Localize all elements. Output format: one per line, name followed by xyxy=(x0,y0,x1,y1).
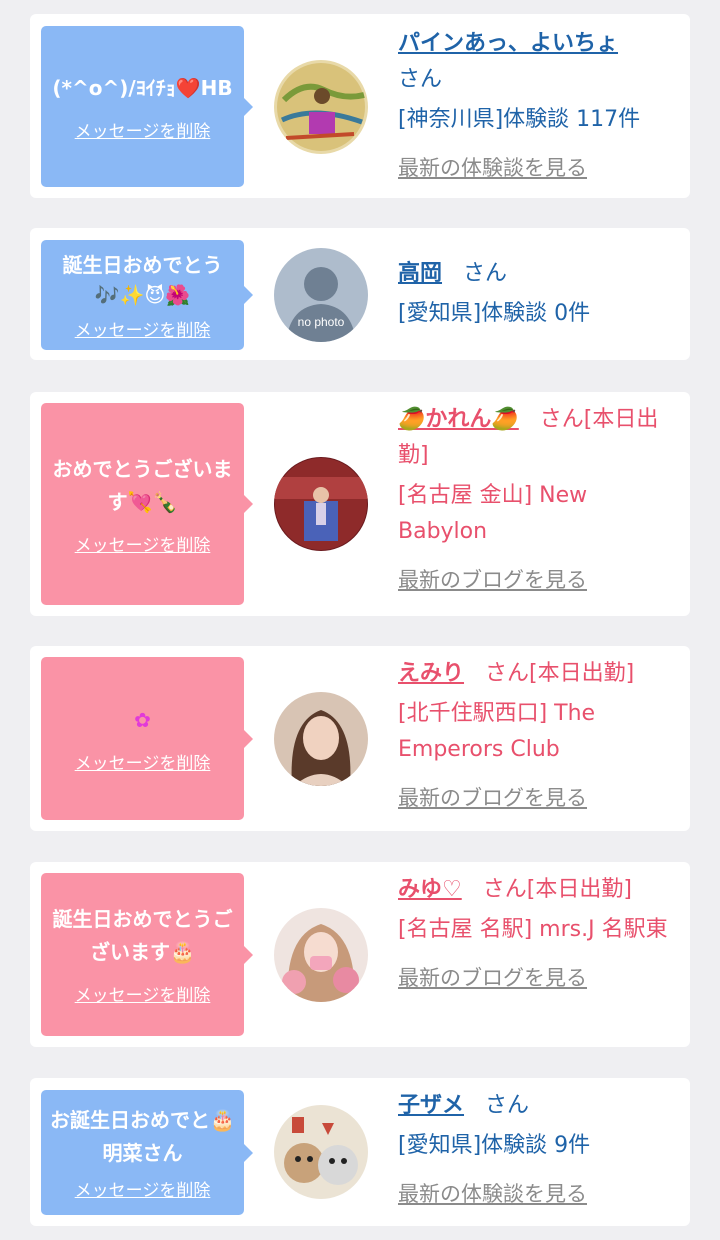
message-text: (*^o^)/ﾖｲﾁｮ❤️HB xyxy=(52,75,233,100)
honorific: さん[本日出勤] xyxy=(485,661,635,686)
user-info: みゆ♡ さん[本日出勤] [名古屋 名駅] mrs.J 名駅東 最新のブログを見… xyxy=(398,872,680,997)
message-text: ✿ xyxy=(134,707,151,732)
svg-text:no photo: no photo xyxy=(298,315,345,329)
shop-name: [名古屋 名駅] mrs.J 名駅東 xyxy=(398,917,668,942)
message-bubble: ✿ メッセージを削除 xyxy=(41,657,253,820)
avatar[interactable] xyxy=(274,457,368,551)
message-card-6: お誕生日おめでと🎂明菜さん メッセージを削除 子ザメ さん [愛知県]体験談 9… xyxy=(30,1078,690,1226)
message-text: おめでとうございます💘🍾 xyxy=(52,456,233,514)
message-card-2: 誕生日おめでとう🎶✨😈🌺 メッセージを削除 no photo 高岡 さん [愛知… xyxy=(30,228,690,360)
user-name-link[interactable]: えみり xyxy=(398,661,464,686)
avatar-photo-icon xyxy=(274,908,368,1002)
honorific: さん xyxy=(398,67,443,92)
delete-message-link[interactable]: メッセージを削除 xyxy=(75,1176,211,1201)
user-name-link[interactable]: 🥭かれん🥭 xyxy=(398,407,519,432)
honorific: さん xyxy=(463,261,508,286)
latest-blog-link[interactable]: 最新のブログを見る xyxy=(398,960,587,996)
region-and-count: [神奈川県]体験談 117件 xyxy=(398,107,641,132)
avatar[interactable] xyxy=(274,60,368,154)
user-name-link[interactable]: 高岡 xyxy=(398,261,442,286)
honorific: さん xyxy=(485,1093,530,1118)
no-photo-avatar-icon: no photo xyxy=(274,248,368,342)
delete-message-link[interactable]: メッセージを削除 xyxy=(75,531,211,556)
shop-name: [北千住駅西口] The Emperors Club xyxy=(398,701,596,762)
message-card-5: 誕生日おめでとうございます🎂 メッセージを削除 みゆ♡ さん[本日出勤] [名古… xyxy=(30,862,690,1047)
shop-name: [名古屋 金山] New Babylon xyxy=(398,483,588,544)
latest-reviews-link[interactable]: 最新の体験談を見る xyxy=(398,150,587,186)
avatar-photo-icon xyxy=(274,1105,368,1199)
message-bubble: お誕生日おめでと🎂明菜さん メッセージを削除 xyxy=(41,1090,253,1215)
avatar[interactable] xyxy=(274,908,368,1002)
user-info: 🥭かれん🥭 さん[本日出勤] [名古屋 金山] New Babylon 最新のブ… xyxy=(398,402,680,599)
message-bubble: おめでとうございます💘🍾 メッセージを削除 xyxy=(41,403,253,605)
delete-message-link[interactable]: メッセージを削除 xyxy=(75,981,211,1006)
user-info: えみり さん[本日出勤] [北千住駅西口] The Emperors Club … xyxy=(398,656,680,817)
message-card-4: ✿ メッセージを削除 えみり さん[本日出勤] [北千住駅西口] The Emp… xyxy=(30,646,690,831)
user-name-link[interactable]: 子ザメ xyxy=(398,1093,464,1118)
user-name-link[interactable]: みゆ♡ xyxy=(398,877,462,902)
message-card-1: (*^o^)/ﾖｲﾁｮ❤️HB メッセージを削除 パインあっ、よいちょ さん [… xyxy=(30,14,690,198)
message-text: 誕生日おめでとう🎶✨😈🌺 xyxy=(62,252,223,307)
user-info: 高岡 さん [愛知県]体験談 0件 xyxy=(398,256,680,332)
delete-message-link[interactable]: メッセージを削除 xyxy=(75,316,211,341)
user-info: 子ザメ さん [愛知県]体験談 9件 最新の体験談を見る xyxy=(398,1088,680,1213)
user-name-link[interactable]: パインあっ、よいちょ xyxy=(398,31,618,56)
message-bubble: 誕生日おめでとう🎶✨😈🌺 メッセージを削除 xyxy=(41,240,253,350)
latest-reviews-link[interactable]: 最新の体験談を見る xyxy=(398,1176,587,1212)
avatar[interactable]: no photo xyxy=(274,248,368,342)
avatar[interactable] xyxy=(274,1105,368,1199)
latest-blog-link[interactable]: 最新のブログを見る xyxy=(398,780,587,816)
delete-message-link[interactable]: メッセージを削除 xyxy=(75,749,211,774)
honorific: さん[本日出勤] xyxy=(482,877,632,902)
region-and-count: [愛知県]体験談 0件 xyxy=(398,301,591,326)
avatar[interactable] xyxy=(274,692,368,786)
avatar-photo-icon xyxy=(274,60,368,154)
latest-blog-link[interactable]: 最新のブログを見る xyxy=(398,562,587,598)
region-and-count: [愛知県]体験談 9件 xyxy=(398,1133,591,1158)
avatar-photo-icon xyxy=(274,457,368,551)
message-text: お誕生日おめでと🎂明菜さん xyxy=(50,1108,235,1165)
message-card-3: おめでとうございます💘🍾 メッセージを削除 🥭かれん🥭 さん[本日出勤] [名古… xyxy=(30,392,690,616)
user-info: パインあっ、よいちょ さん [神奈川県]体験談 117件 最新の体験談を見る xyxy=(398,26,680,187)
avatar-photo-icon xyxy=(274,692,368,786)
message-text: 誕生日おめでとうございます🎂 xyxy=(52,907,233,964)
message-bubble: (*^o^)/ﾖｲﾁｮ❤️HB メッセージを削除 xyxy=(41,26,253,187)
delete-message-link[interactable]: メッセージを削除 xyxy=(75,117,211,142)
message-bubble: 誕生日おめでとうございます🎂 メッセージを削除 xyxy=(41,873,253,1036)
